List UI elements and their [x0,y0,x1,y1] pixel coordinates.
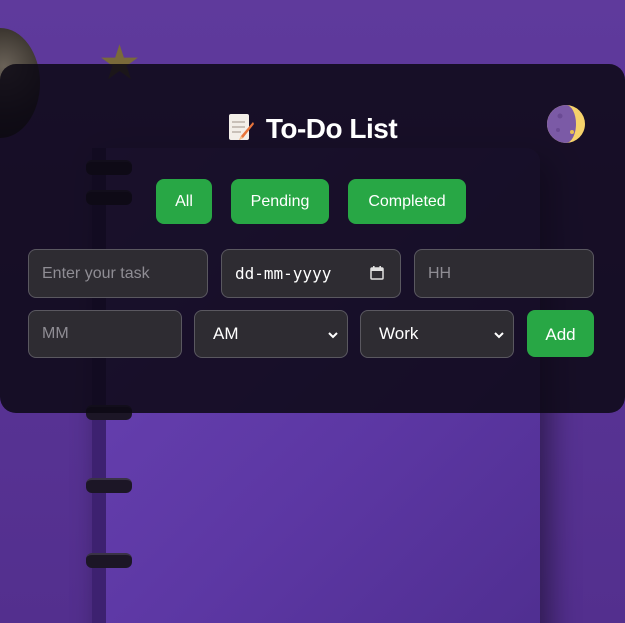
date-input-placeholder: dd-mm-yyyy [235,264,332,283]
chevron-down-icon [494,332,504,339]
ampm-select[interactable]: AM [194,310,348,358]
minute-input[interactable]: MM [28,310,182,358]
task-input[interactable]: Enter your task [28,249,208,298]
moon-icon [547,105,585,143]
memo-icon [228,112,254,142]
add-task-button[interactable]: Add [527,310,594,357]
calendar-icon[interactable] [370,266,384,280]
filter-completed-button[interactable]: Completed [348,179,466,224]
chevron-down-icon [328,332,338,339]
page-title: To-Do List [0,112,625,145]
task-input-placeholder: Enter your task [42,265,150,282]
category-select[interactable]: Work [360,310,514,358]
category-selected-value: Work [379,324,419,343]
theme-toggle-button[interactable] [546,104,586,144]
notebook-ring [86,478,132,493]
ampm-selected-value: AM [213,324,239,343]
minute-input-placeholder: MM [42,325,69,342]
app-title: To-Do List [265,113,398,144]
filter-all-button[interactable]: All [156,179,212,224]
hour-input-placeholder: HH [428,265,452,282]
filter-pending-button[interactable]: Pending [231,179,329,224]
hour-input[interactable]: HH [414,249,594,298]
notebook-ring [86,553,132,568]
date-input[interactable]: dd-mm-yyyy [221,249,401,298]
